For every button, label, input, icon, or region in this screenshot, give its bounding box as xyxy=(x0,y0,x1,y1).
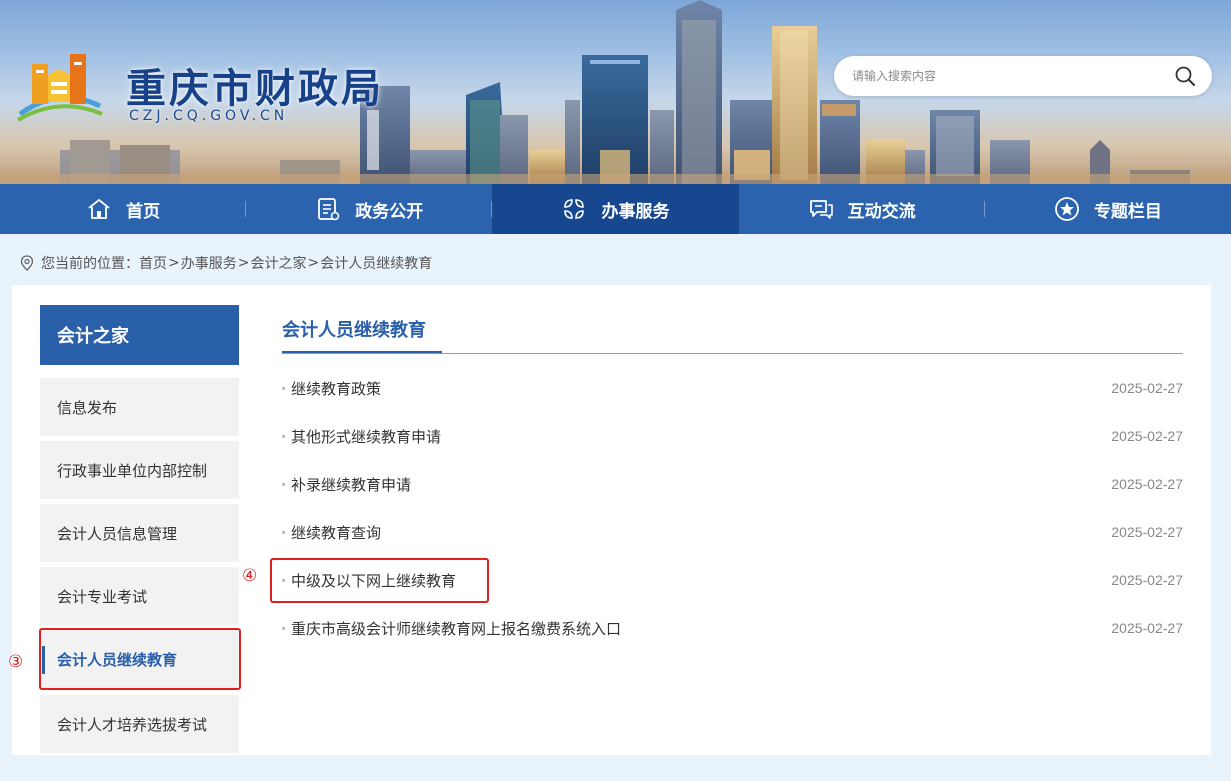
sidebar-item-label: 会计专业考试 xyxy=(57,587,148,606)
breadcrumb-accounting-home[interactable]: 会计之家 xyxy=(250,253,306,273)
nav-item-home[interactable]: 首页 xyxy=(0,184,247,234)
article-date: 2025-02-27 xyxy=(1111,428,1183,444)
annotation-box-sidebar xyxy=(39,628,241,690)
nav-item-gov-affairs[interactable]: 政务公开 xyxy=(246,184,493,234)
article-title[interactable]: 重庆市高级会计师继续教育网上报名缴费系统入口 xyxy=(291,618,621,639)
breadcrumb-separator: > xyxy=(307,255,320,271)
search-icon[interactable] xyxy=(1174,65,1196,87)
bullet-icon xyxy=(282,626,285,630)
chat-icon xyxy=(809,200,833,219)
nav-label: 互动交流 xyxy=(847,201,916,222)
article-title[interactable]: 补录继续教育申请 xyxy=(291,474,411,495)
sidebar-item-label: 信息发布 xyxy=(57,398,118,417)
chongqing-finance-logo xyxy=(16,54,103,122)
bullet-icon xyxy=(282,482,285,486)
sidebar-item-info-release[interactable]: 信息发布 xyxy=(40,378,239,436)
annotation-marker-4: ④ xyxy=(242,566,258,586)
bullet-icon xyxy=(282,434,285,438)
list-item[interactable]: 继续教育政策 2025-02-27 xyxy=(282,376,1183,400)
page-title: 会计人员继续教育 xyxy=(282,320,426,341)
search-input[interactable] xyxy=(852,66,1152,86)
nav-label: 首页 xyxy=(126,201,161,222)
bullet-icon xyxy=(282,386,285,390)
star-circle-icon xyxy=(1054,197,1079,221)
sidebar-item-label: 行政事业单位内部控制 xyxy=(57,461,208,480)
breadcrumb: 您当前的位置： 首页 > 办事服务 > 会计之家 > 会计人员继续教育 xyxy=(20,252,432,274)
main-nav: 首页 政务公开 办事服务 互动交流 专题栏目 xyxy=(0,184,1231,234)
nav-item-services[interactable]: 办事服务 xyxy=(492,184,739,234)
breadcrumb-prefix: 您当前的位置： xyxy=(41,256,139,272)
article-title[interactable]: 其他形式继续教育申请 xyxy=(291,426,441,447)
list-item[interactable]: 重庆市高级会计师继续教育网上报名缴费系统入口 2025-02-27 xyxy=(282,616,1183,640)
breadcrumb-separator: > xyxy=(237,255,250,271)
article-date: 2025-02-27 xyxy=(1111,380,1183,396)
sidebar-item-label: 会计人才培养选拔考试 xyxy=(57,715,208,734)
annotation-box-article xyxy=(270,558,489,603)
annotation-marker-3: ③ xyxy=(8,652,24,672)
breadcrumb-current[interactable]: 会计人员继续教育 xyxy=(320,253,432,273)
breadcrumb-services[interactable]: 办事服务 xyxy=(181,253,237,273)
article-date: 2025-02-27 xyxy=(1111,476,1183,492)
article-title[interactable]: 继续教育查询 xyxy=(291,522,381,543)
title-divider xyxy=(282,353,1183,354)
sidebar-title: 会计之家 xyxy=(40,305,239,365)
article-date: 2025-02-27 xyxy=(1111,572,1183,588)
bullet-icon xyxy=(282,530,285,534)
breadcrumb-separator: > xyxy=(168,255,180,271)
nav-item-special-topics[interactable]: 专题栏目 xyxy=(985,184,1231,234)
nav-label: 政务公开 xyxy=(355,201,424,222)
sidebar-item-talent-selection[interactable]: 会计人才培养选拔考试 xyxy=(40,695,239,753)
search-box xyxy=(834,56,1212,96)
list-item[interactable]: 补录继续教育申请 2025-02-27 xyxy=(282,472,1183,496)
site-domain: CZJ.CQ.GOV.CN xyxy=(129,108,289,124)
sidebar-item-info-management[interactable]: 会计人员信息管理 xyxy=(40,504,239,562)
sidebar-item-professional-exam[interactable]: 会计专业考试 xyxy=(40,567,239,625)
list-item[interactable]: 继续教育查询 2025-02-27 xyxy=(282,520,1183,544)
article-date: 2025-02-27 xyxy=(1111,620,1183,636)
location-pin-icon xyxy=(20,255,34,271)
nav-label: 办事服务 xyxy=(601,201,670,222)
breadcrumb-home[interactable]: 首页 xyxy=(139,253,167,273)
article-date: 2025-02-27 xyxy=(1111,524,1183,540)
header-banner: 重庆市财政局 CZJ.CQ.GOV.CN xyxy=(0,0,1231,184)
list-item[interactable]: 其他形式继续教育申请 2025-02-27 xyxy=(282,424,1183,448)
grid-flower-icon xyxy=(564,199,585,219)
sidebar-item-internal-control[interactable]: 行政事业单位内部控制 xyxy=(40,441,239,499)
article-title[interactable]: 继续教育政策 xyxy=(291,378,381,399)
nav-label: 专题栏目 xyxy=(1093,201,1162,222)
sidebar-item-label: 会计人员信息管理 xyxy=(57,524,178,543)
document-list-icon xyxy=(318,198,340,221)
site-title: 重庆市财政局 xyxy=(126,66,384,112)
home-icon xyxy=(88,199,110,219)
nav-item-interaction[interactable]: 互动交流 xyxy=(739,184,985,234)
